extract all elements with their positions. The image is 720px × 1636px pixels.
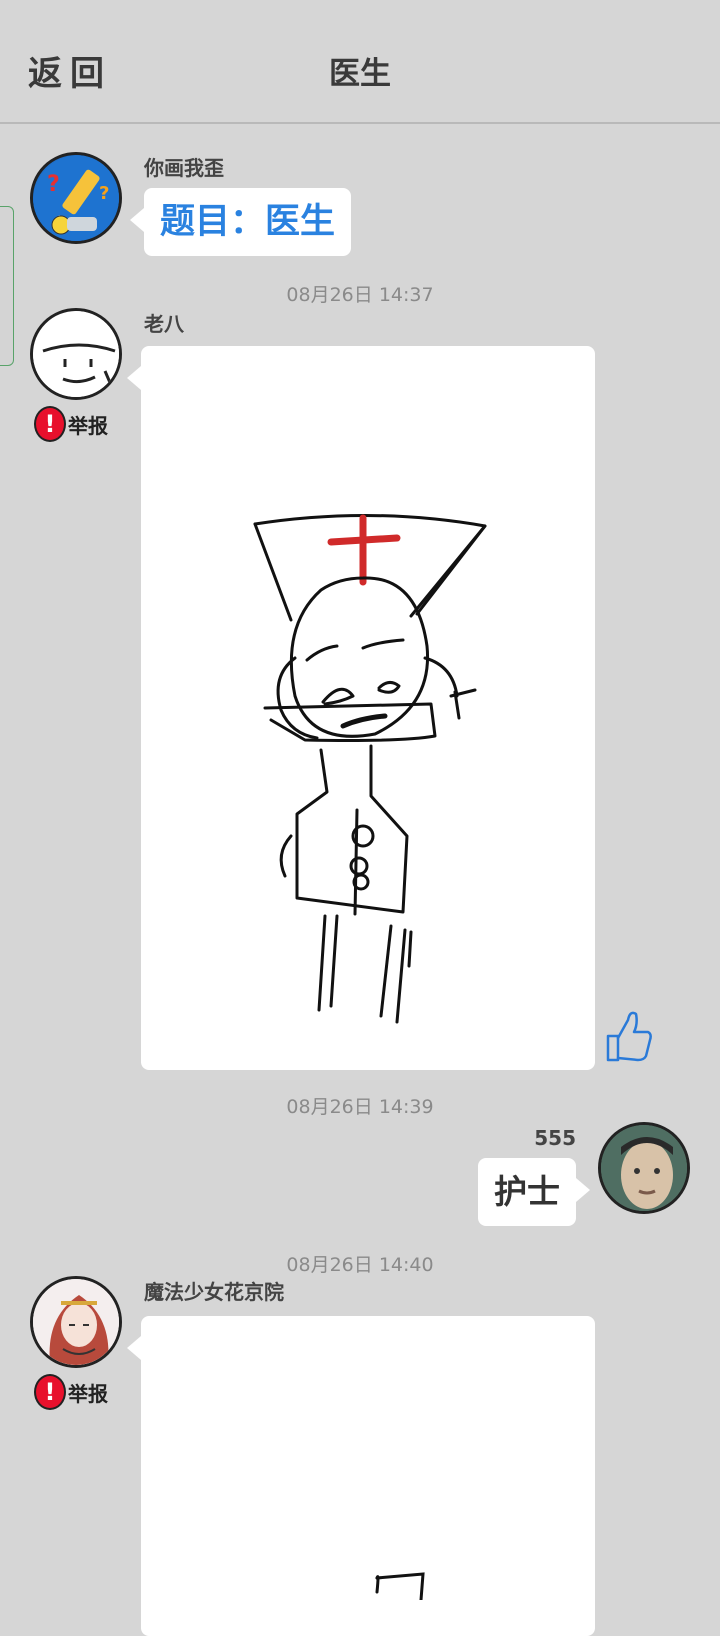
sender-name: 你画我歪 bbox=[144, 156, 224, 180]
avatar-555[interactable] bbox=[598, 1122, 690, 1214]
drawing-bubble[interactable] bbox=[127, 1316, 595, 1636]
timestamp: 08月26日 14:39 bbox=[286, 1096, 434, 1118]
drawing-bubble[interactable] bbox=[127, 346, 595, 1070]
header-bar: 返回 医生 bbox=[0, 0, 720, 124]
pencil-avatar-icon: ? ? bbox=[33, 155, 119, 241]
sender-name: 老八 bbox=[144, 312, 184, 336]
svg-text:?: ? bbox=[99, 183, 109, 204]
photo-avatar-icon bbox=[601, 1125, 687, 1211]
avatar-system[interactable]: ? ? bbox=[30, 152, 122, 244]
report-button[interactable]: ! 举报 bbox=[34, 406, 108, 442]
sender-name: 魔法少女花京院 bbox=[144, 1280, 284, 1304]
svg-text:?: ? bbox=[47, 172, 60, 197]
timestamp: 08月26日 14:37 bbox=[286, 284, 434, 306]
exclamation-icon: ! bbox=[34, 406, 66, 442]
avatar-laoba[interactable] bbox=[30, 308, 122, 400]
drawing-image bbox=[375, 1572, 425, 1602]
exclamation-icon: ! bbox=[34, 1374, 66, 1410]
doctor-drawing-image bbox=[253, 514, 487, 1024]
answer-text: 护士 bbox=[494, 1172, 560, 1211]
topic-text: 题目：医生 bbox=[160, 202, 336, 242]
topic-bubble: 题目：医生 bbox=[129, 188, 352, 256]
thumbs-up-icon[interactable] bbox=[604, 1006, 654, 1064]
page-title: 医生 bbox=[329, 56, 391, 92]
report-label: 举报 bbox=[68, 1381, 108, 1406]
answer-bubble: 护士 bbox=[478, 1158, 590, 1226]
cartoon-face-avatar-icon bbox=[33, 311, 119, 397]
report-button[interactable]: ! 举报 bbox=[34, 1374, 108, 1410]
timestamp: 08月26日 14:40 bbox=[286, 1254, 434, 1276]
anime-girl-avatar-icon bbox=[33, 1279, 119, 1365]
report-label: 举报 bbox=[68, 413, 108, 438]
sender-name: 555 bbox=[534, 1126, 576, 1150]
avatar-magic-girl[interactable] bbox=[30, 1276, 122, 1368]
